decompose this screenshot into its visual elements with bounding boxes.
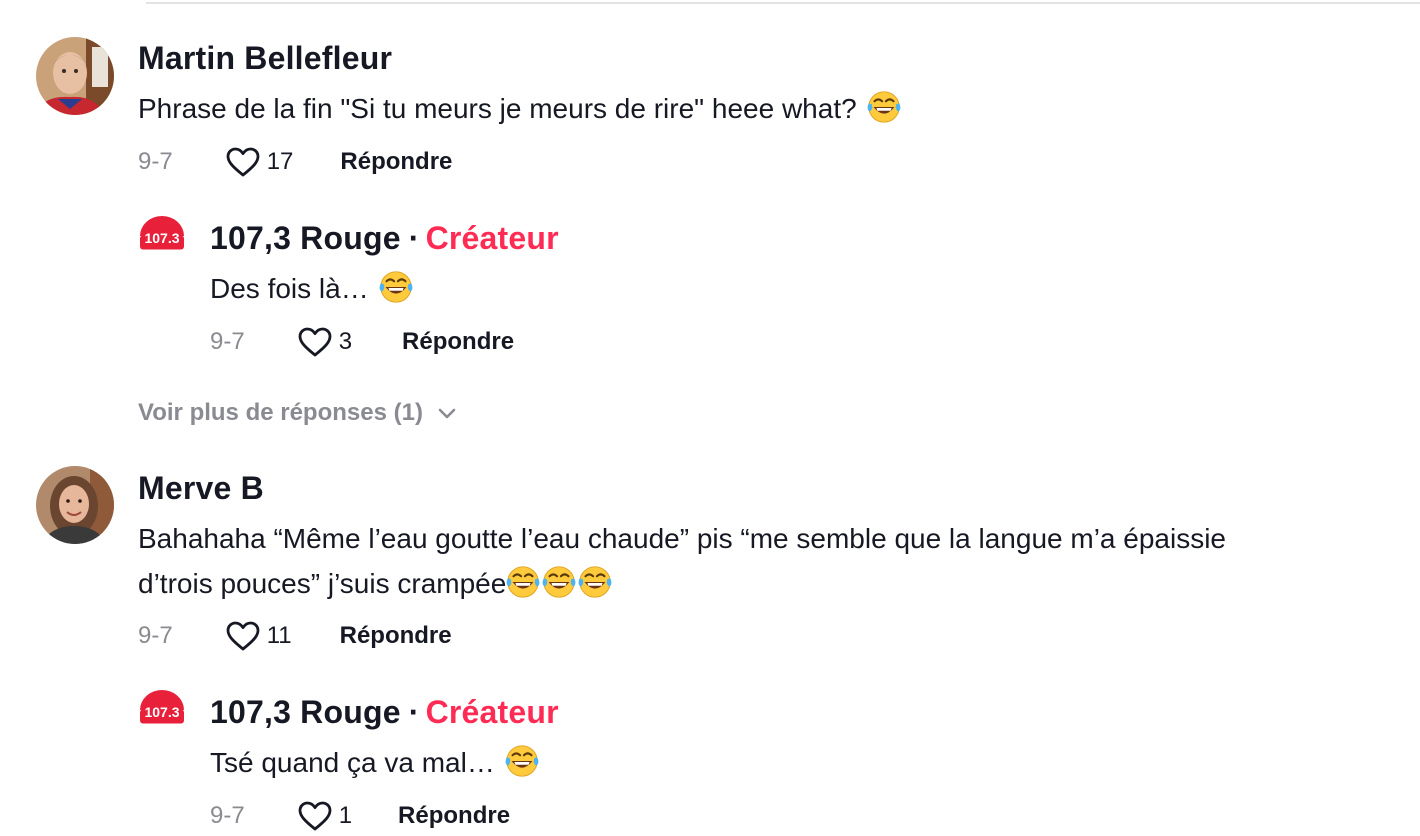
creator-badge: Créateur bbox=[425, 220, 559, 256]
rouge-logo-avatar[interactable] bbox=[138, 688, 186, 730]
chevron-down-icon bbox=[438, 408, 456, 419]
reply-author-line: 107,3 Rouge · Créateur bbox=[210, 692, 559, 732]
like-button[interactable]: 1 bbox=[297, 800, 352, 832]
like-button[interactable]: 11 bbox=[225, 620, 292, 652]
comment-meta: 9-7 11 Répondre bbox=[138, 620, 452, 652]
reply-text: Des fois là… bbox=[210, 266, 415, 311]
face-with-tears-of-joy-emoji bbox=[865, 88, 903, 126]
top-divider bbox=[146, 2, 1420, 4]
reply-author-line: 107,3 Rouge · Créateur bbox=[210, 218, 559, 258]
avatar-martin-bellefleur[interactable] bbox=[36, 37, 114, 115]
heart-outline-icon bbox=[297, 326, 333, 358]
reply-meta: 9-7 1 Répondre bbox=[210, 800, 510, 832]
heart-outline-icon bbox=[297, 800, 333, 832]
view-more-replies-button[interactable]: Voir plus de réponses (1) bbox=[138, 398, 457, 428]
reply-text: Tsé quand ça va mal… bbox=[210, 740, 541, 785]
like-button[interactable]: 3 bbox=[297, 326, 352, 358]
heart-outline-icon bbox=[225, 146, 261, 178]
reply-author[interactable]: 107,3 Rouge bbox=[210, 694, 401, 730]
rouge-logo-avatar[interactable] bbox=[138, 214, 186, 256]
comment-meta: 9-7 17 Répondre bbox=[138, 146, 452, 178]
comment-author[interactable]: Merve B bbox=[138, 468, 264, 508]
rouge-logo bbox=[138, 214, 186, 256]
face-with-tears-of-joy-emoji bbox=[504, 563, 542, 601]
face-with-tears-of-joy-emoji bbox=[576, 563, 614, 601]
comment-date: 9-7 bbox=[138, 148, 173, 175]
heart-outline-icon bbox=[225, 620, 261, 652]
comment-author[interactable]: Martin Bellefleur bbox=[138, 38, 392, 78]
reply-button[interactable]: Répondre bbox=[398, 801, 510, 831]
avatar-merve-b[interactable] bbox=[36, 466, 114, 544]
reply-date: 9-7 bbox=[210, 328, 245, 355]
comment-date: 9-7 bbox=[138, 622, 173, 649]
reply-author[interactable]: 107,3 Rouge bbox=[210, 220, 401, 256]
like-button[interactable]: 17 bbox=[225, 146, 294, 178]
face-with-tears-of-joy-emoji bbox=[540, 563, 578, 601]
face-with-tears-of-joy-emoji bbox=[377, 268, 415, 306]
separator-dot: · bbox=[408, 694, 420, 730]
like-count: 17 bbox=[266, 148, 294, 175]
comment-text: Phrase de la fin "Si tu meurs je meurs d… bbox=[138, 86, 903, 131]
creator-badge: Créateur bbox=[425, 694, 559, 730]
separator-dot: · bbox=[408, 220, 420, 256]
face-with-tears-of-joy-emoji bbox=[503, 742, 541, 780]
reply-button[interactable]: Répondre bbox=[402, 327, 514, 357]
reply-date: 9-7 bbox=[210, 802, 245, 829]
rouge-logo bbox=[138, 688, 186, 730]
comment-text: Bahahaha “Même l’eau goutte l’eau chaude… bbox=[138, 523, 1226, 601]
reply-button[interactable]: Répondre bbox=[340, 147, 452, 177]
like-count: 3 bbox=[338, 328, 353, 355]
reply-button[interactable]: Répondre bbox=[340, 621, 452, 651]
like-count: 11 bbox=[266, 622, 292, 649]
reply-meta: 9-7 3 Répondre bbox=[210, 326, 514, 358]
like-count: 1 bbox=[338, 802, 353, 829]
